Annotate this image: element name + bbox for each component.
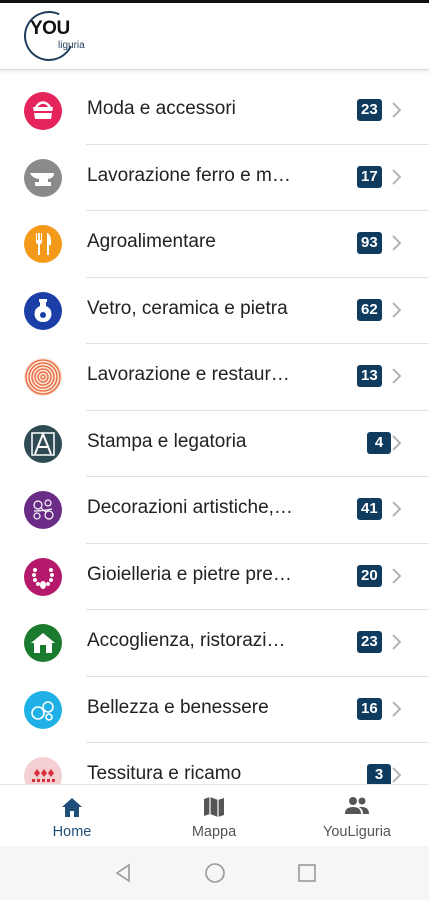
category-row[interactable]: Decorazioni artistiche,… 41 (0, 477, 429, 544)
category-label: Decorazioni artistiche,… (87, 497, 293, 518)
logo-you-text: YOU (30, 18, 70, 39)
category-label: Tessitura e ricamo (87, 763, 242, 784)
house-icon (24, 624, 62, 662)
fork-knife-icon (24, 225, 62, 263)
bubbles-icon (24, 690, 62, 729)
chevron-right-icon (392, 368, 402, 384)
count-badge: 16 (357, 697, 382, 720)
category-row[interactable]: Tessitura e ricamo 3 (0, 743, 429, 784)
chevron-right-icon (392, 567, 402, 584)
back-icon[interactable] (113, 862, 133, 884)
count-badge: 17 (357, 165, 382, 188)
chevron-right-icon (392, 767, 402, 783)
people-icon (345, 797, 369, 814)
recents-icon[interactable] (297, 862, 317, 884)
home-circle-icon[interactable] (204, 862, 226, 884)
chevron-right-icon (392, 434, 402, 451)
category-list: Moda e accessori 23 Lavorazione ferro e … (0, 78, 429, 784)
count-badge: 3 (367, 764, 391, 784)
category-row[interactable]: Moda e accessori 23 (0, 78, 429, 145)
category-row[interactable]: Gioielleria e pietre pre… 20 (0, 544, 429, 610)
handbag-icon (24, 92, 62, 130)
chevron-right-icon (392, 501, 402, 517)
floral-pattern-icon (24, 491, 62, 529)
category-row[interactable]: Stampa e legatoria 4 (0, 411, 429, 477)
chevron-right-icon (392, 634, 402, 650)
youliguria-logo[interactable]: YOU liguria (16, 3, 85, 69)
tab-label: YouLiguria (323, 824, 391, 840)
count-badge: 41 (357, 498, 382, 520)
count-badge: 23 (357, 631, 382, 653)
app-header: YOU liguria (0, 3, 429, 70)
embroidery-icon (24, 757, 62, 784)
bottom-tab-bar: Home Mappa YouLiguria (0, 784, 429, 847)
tab-label: Mappa (191, 824, 237, 840)
category-label: Agroalimentare (87, 231, 216, 252)
category-row[interactable]: Lavorazione e restaur… 13 (0, 344, 429, 411)
tab-label: Home (52, 824, 92, 840)
necklace-icon (24, 557, 62, 596)
tab-home[interactable]: Home (8, 785, 136, 847)
tab-mappa[interactable]: Mappa (150, 785, 278, 847)
category-row[interactable]: Accoglienza, ristorazi… 23 (0, 610, 429, 677)
chevron-right-icon (392, 235, 402, 251)
category-label: Gioielleria e pietre pre… (87, 563, 292, 585)
vase-icon (24, 291, 62, 330)
count-badge: 62 (357, 298, 382, 321)
category-row[interactable]: Agroalimentare 93 (0, 211, 429, 278)
chevron-right-icon (392, 102, 402, 118)
anvil-icon (24, 158, 62, 197)
chevron-right-icon (392, 700, 402, 717)
count-badge: 4 (367, 431, 391, 454)
tab-youliguria[interactable]: YouLiguria (293, 785, 421, 847)
home-icon (62, 798, 82, 817)
chevron-right-icon (392, 301, 402, 318)
category-row[interactable]: Bellezza e benessere 16 (0, 677, 429, 743)
category-label: Accoglienza, ristorazi… (87, 630, 286, 651)
count-badge: 93 (357, 232, 382, 254)
category-label: Stampa e legatoria (87, 430, 247, 452)
category-row[interactable]: Vetro, ceramica e pietra 62 (0, 278, 429, 344)
category-label: Moda e accessori (87, 98, 236, 119)
count-badge: 23 (357, 99, 382, 121)
wood-rings-icon (24, 358, 62, 396)
category-label: Lavorazione ferro e m… (87, 164, 291, 186)
print-letter-icon (24, 424, 62, 463)
logo-liguria-text: liguria (58, 40, 85, 51)
category-label: Bellezza e benessere (87, 696, 269, 718)
count-badge: 20 (357, 564, 382, 587)
category-label: Vetro, ceramica e pietra (87, 297, 288, 319)
map-icon (204, 797, 224, 817)
category-label: Lavorazione e restaur… (87, 364, 290, 385)
system-navigation-bar (0, 846, 429, 900)
category-row[interactable]: Lavorazione ferro e m… 17 (0, 145, 429, 211)
count-badge: 13 (357, 365, 382, 387)
chevron-right-icon (392, 168, 402, 185)
